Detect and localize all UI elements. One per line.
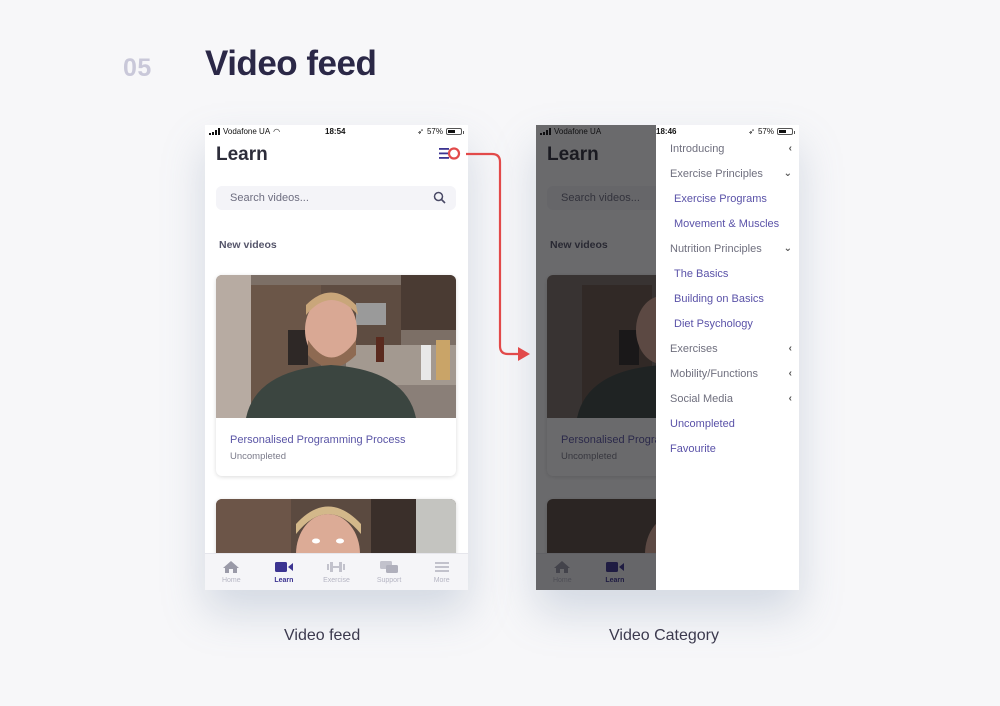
chevron-left-icon[interactable]: ‹	[789, 368, 792, 379]
tab-support[interactable]: Support	[363, 554, 416, 590]
search-placeholder: Search videos...	[230, 192, 309, 204]
battery-icon	[777, 128, 795, 135]
tab-label: Support	[376, 577, 402, 584]
drawer-item-exercise-programs[interactable]: Exercise Programs	[674, 193, 796, 205]
tab-label: More	[433, 577, 450, 584]
drawer-item-the-basics[interactable]: The Basics	[674, 268, 796, 280]
search-icon[interactable]	[433, 191, 446, 204]
tab-learn[interactable]: Learn	[258, 554, 311, 590]
drawer-item-label: Building on Basics	[674, 293, 764, 305]
status-time: 18:46	[656, 127, 677, 136]
section-title: Video feed	[205, 44, 377, 83]
drawer-item-movement-muscles[interactable]: Movement & Muscles	[674, 218, 796, 230]
wifi-icon: ◠	[273, 127, 281, 136]
hamburger-menu-icon	[439, 147, 461, 160]
phone-video-category: Vodafone UA Learn Search videos... New v…	[536, 125, 799, 590]
drawer-item-label: Introducing	[670, 143, 725, 155]
location-icon: ➶	[748, 127, 755, 136]
phone-video-feed: Vodafone UA ◠ 18:54 ➶ 57% Learn Search v…	[205, 125, 468, 590]
drawer-item-mobility-functions[interactable]: Mobility/Functions ‹	[670, 368, 792, 380]
drawer-item-diet-psychology[interactable]: Diet Psychology	[674, 318, 796, 330]
caption-video-feed: Video feed	[284, 627, 361, 644]
drawer-item-exercise-principles[interactable]: Exercise Principles ⌄	[670, 168, 792, 180]
drawer-item-exercises[interactable]: Exercises ‹	[670, 343, 792, 355]
drawer-item-label: Mobility/Functions	[670, 368, 759, 380]
battery-icon	[446, 128, 464, 135]
tab-more[interactable]: More	[415, 554, 468, 590]
chevron-down-icon[interactable]: ⌄	[784, 243, 792, 254]
drawer-item-label: The Basics	[674, 268, 729, 280]
category-drawer: 18:46 ➶ 57% Introducing ‹ Exercise Princip…	[656, 125, 799, 590]
tab-home[interactable]: Home	[205, 554, 258, 590]
signal-icon	[209, 128, 220, 135]
drawer-item-social-media[interactable]: Social Media ‹	[670, 393, 792, 405]
arrow-head-icon	[518, 347, 530, 361]
status-bar: Vodafone UA ◠ 18:54 ➶ 57%	[205, 125, 468, 139]
video-card[interactable]: Personalised Programming Process Uncompl…	[216, 275, 456, 476]
drawer-item-label: Diet Psychology	[674, 318, 753, 330]
hamburger-menu-button[interactable]	[439, 145, 463, 163]
page-title: Learn	[216, 144, 268, 165]
dim-overlay[interactable]	[536, 125, 656, 590]
drawer-status-bar: 18:46 ➶ 57%	[656, 125, 799, 139]
tab-label: Exercise	[323, 577, 350, 584]
carrier-label: Vodafone UA	[223, 127, 271, 136]
drawer-item-uncompleted[interactable]: Uncompleted	[670, 418, 792, 430]
section-number: 05	[123, 54, 152, 82]
drawer-item-label: Exercise Programs	[674, 193, 767, 205]
drawer-item-nutrition-principles[interactable]: Nutrition Principles ⌄	[670, 243, 792, 255]
battery-percent: 57%	[426, 127, 443, 136]
drawer-item-label: Movement & Muscles	[674, 218, 780, 230]
drawer-item-label: Favourite	[670, 443, 716, 455]
tab-bar: Home Learn Exercise Support More	[205, 553, 468, 590]
location-icon: ➶	[417, 127, 424, 136]
home-icon	[223, 561, 240, 573]
video-thumbnail[interactable]	[216, 275, 456, 418]
tab-label: Home	[221, 577, 241, 584]
video-title[interactable]: Personalised Programming Process	[230, 434, 405, 446]
video-camera-icon	[274, 562, 293, 572]
drawer-item-label: Social Media	[670, 393, 733, 405]
drawer-item-introducing[interactable]: Introducing ‹	[670, 143, 792, 155]
chevron-left-icon[interactable]: ‹	[789, 393, 792, 404]
drawer-item-label: Exercises	[670, 343, 718, 355]
tab-exercise[interactable]: Exercise	[310, 554, 363, 590]
drawer-item-label: Nutrition Principles	[670, 243, 762, 255]
search-input[interactable]: Search videos...	[216, 186, 456, 210]
menu-lines-icon	[434, 562, 449, 572]
battery-percent: 57%	[757, 127, 774, 136]
drawer-item-favourite[interactable]: Favourite	[670, 443, 792, 455]
drawer-item-label: Uncompleted	[670, 418, 735, 430]
tab-label: Learn	[274, 577, 294, 584]
new-videos-label: New videos	[219, 239, 277, 251]
drawer-item-label: Exercise Principles	[670, 168, 763, 180]
video-status: Uncompleted	[230, 451, 286, 462]
chevron-down-icon[interactable]: ⌄	[784, 168, 792, 179]
caption-video-category: Video Category	[609, 627, 719, 644]
chevron-left-icon[interactable]: ‹	[789, 143, 792, 154]
video-thumbnail-image	[216, 275, 456, 418]
status-time: 18:54	[325, 127, 346, 136]
dumbbell-icon	[327, 562, 346, 572]
flow-arrow	[466, 152, 530, 361]
drawer-item-building-on-basics[interactable]: Building on Basics	[674, 293, 796, 305]
chevron-left-icon[interactable]: ‹	[789, 343, 792, 354]
chat-bubbles-icon	[380, 561, 399, 573]
